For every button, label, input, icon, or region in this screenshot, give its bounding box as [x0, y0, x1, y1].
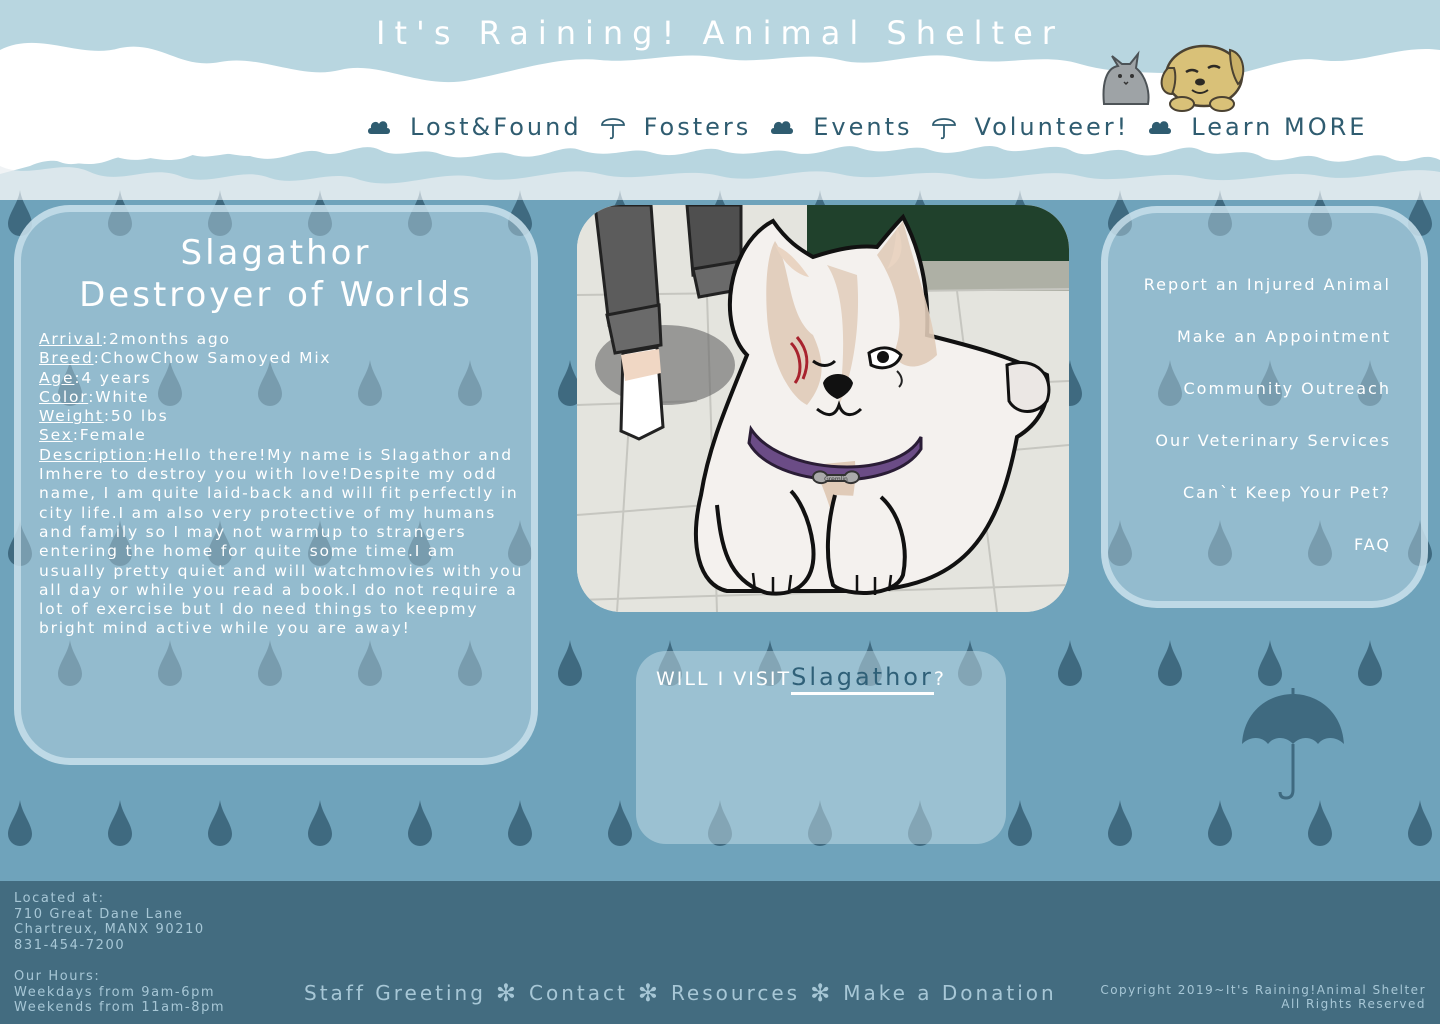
detail-weight: Weight:50 lbs — [39, 407, 169, 426]
detail-key: Weight — [39, 407, 104, 426]
footer-nav: Staff Greeting ✻ Contact ✻ Resources ✻ M… — [304, 979, 1057, 1007]
description-text: Hello there!My name is Slagathor and Imh… — [39, 445, 524, 638]
detail-key: Age — [39, 368, 75, 387]
raindrop-icon — [558, 640, 582, 686]
umbrella-icon — [1242, 688, 1344, 800]
nav-fosters[interactable]: Fosters — [644, 113, 752, 141]
detail-value: 2months ago — [109, 330, 231, 348]
footer-link-staff-greeting[interactable]: Staff Greeting — [304, 981, 486, 1005]
umbrella-icon — [931, 114, 957, 140]
asterisk-icon: ✻ — [637, 979, 661, 1007]
raindrop-icon — [1258, 640, 1282, 686]
visit-question: WILL I VISITSlagathor? — [656, 663, 946, 695]
footer: Located at: 710 Great Dane Lane Chartreu… — [0, 881, 1440, 1024]
raindrop-icon — [1158, 640, 1182, 686]
link-veterinary-services[interactable]: Our Veterinary Services — [1144, 431, 1391, 483]
nav-learn-more[interactable]: Learn MORE — [1191, 113, 1367, 141]
nav-lost-found[interactable]: Lost&Found — [410, 113, 582, 141]
cloud-icon — [769, 114, 795, 140]
detail-sex: Sex:Female — [39, 426, 147, 445]
raindrop-icon — [108, 800, 132, 846]
detail-color: Color:White — [39, 387, 150, 406]
visit-suffix: ? — [933, 668, 946, 690]
visit-pet-name[interactable]: Slagathor — [791, 663, 934, 695]
raindrop-icon — [1058, 640, 1082, 686]
link-faq[interactable]: FAQ — [1144, 535, 1391, 587]
copyright: Copyright 2019~It's Raining!Animal Shelt… — [1100, 983, 1426, 1011]
nav-events[interactable]: Events — [813, 113, 912, 141]
visit-panel: WILL I VISITSlagathor? — [636, 651, 1006, 844]
link-make-appointment[interactable]: Make an Appointment — [1144, 327, 1391, 379]
detail-value: White — [95, 387, 150, 406]
raindrop-icon — [1108, 800, 1132, 846]
pet-details: Arrival:2months ago Breed:ChowChow Samoy… — [39, 330, 525, 639]
resources-panel: Report an Injured Animal Make an Appoint… — [1101, 206, 1428, 608]
footer-link-contact[interactable]: Contact — [529, 981, 628, 1005]
raindrop-icon — [1408, 800, 1432, 846]
cloud-icon — [1147, 114, 1173, 140]
copyright-line: Copyright 2019~It's Raining!Animal Shelt… — [1100, 983, 1426, 997]
raindrop-icon — [508, 800, 532, 846]
pet-name: Slagathor — [180, 233, 372, 273]
asterisk-icon: ✻ — [810, 979, 834, 1007]
detail-key: Breed — [39, 349, 94, 368]
hours-weekends: Weekends from 11am-8pm — [14, 1000, 226, 1016]
raindrop-icon — [1208, 800, 1232, 846]
raindrop-icon — [1358, 640, 1382, 686]
rights-reserved: All Rights Reserved — [1281, 997, 1426, 1011]
cat-icon — [1102, 50, 1150, 105]
tag-text: Gremlin — [824, 476, 848, 483]
raindrop-icon — [8, 800, 32, 846]
detail-value: 4 years — [81, 368, 152, 387]
raindrop-icon — [1308, 800, 1332, 846]
detail-value: ChowChow Samoyed Mix — [100, 349, 332, 368]
raindrop-icon — [408, 800, 432, 846]
hours-label: Our Hours: — [14, 968, 101, 984]
link-report-injured-animal[interactable]: Report an Injured Animal — [1144, 275, 1391, 327]
detail-key: Sex — [39, 426, 73, 445]
detail-value: Female — [79, 426, 147, 445]
resources-list: Report an Injured Animal Make an Appoint… — [1144, 275, 1391, 587]
footer-link-resources[interactable]: Resources — [671, 981, 800, 1005]
raindrop-icon — [308, 800, 332, 846]
mascot-cat-dog-illustration — [1102, 44, 1245, 112]
visit-prefix: WILL I VISIT — [656, 668, 792, 690]
umbrella-icon — [600, 114, 626, 140]
detail-value: 50 lbs — [110, 407, 169, 426]
main-nav: Lost&Found Fosters Events Volunteer! Lea… — [366, 110, 1367, 144]
pet-title: Destroyer of Worlds — [79, 275, 473, 315]
detail-key: Color — [39, 387, 89, 406]
detail-key: Arrival — [39, 330, 102, 348]
address-city: Chartreux, MANX 90210 — [14, 922, 205, 938]
phone-number[interactable]: 831-454-7200 — [14, 938, 225, 954]
link-cant-keep-pet[interactable]: Can`t Keep Your Pet? — [1144, 483, 1391, 535]
asterisk-icon: ✻ — [495, 979, 520, 1007]
cloud-icon — [366, 114, 392, 140]
address-street: 710 Great Dane Lane — [14, 906, 184, 922]
footer-link-donation[interactable]: Make a Donation — [843, 981, 1057, 1005]
detail-breed: Breed:ChowChow Samoyed Mix — [39, 349, 332, 368]
detail-age: Age:4 years — [39, 368, 152, 387]
address-spacer — [14, 953, 225, 969]
raindrop-icon — [1008, 800, 1032, 846]
detail-arrival: Arrival:2months ago — [39, 330, 231, 348]
link-community-outreach[interactable]: Community Outreach — [1144, 379, 1391, 431]
raindrop-icon — [208, 800, 232, 846]
footer-address: Located at: 710 Great Dane Lane Chartreu… — [14, 891, 225, 1016]
pet-photo: Gremlin — [577, 205, 1069, 612]
hours-weekdays: Weekdays from 9am-6pm — [14, 984, 216, 1000]
pet-info-panel: Slagathor Destroyer of Worlds Arrival:2m… — [14, 205, 538, 765]
pet-illustration: Gremlin — [577, 205, 1069, 612]
dog-icon — [1160, 44, 1245, 112]
pet-name-heading: Slagathor Destroyer of Worlds — [21, 232, 531, 316]
nav-volunteer[interactable]: Volunteer! — [975, 113, 1130, 141]
raindrop-icon — [608, 800, 632, 846]
detail-key: Description — [39, 445, 148, 464]
detail-description: Description:Hello there!My name is Slaga… — [39, 445, 524, 638]
address-label: Located at: — [14, 891, 105, 906]
